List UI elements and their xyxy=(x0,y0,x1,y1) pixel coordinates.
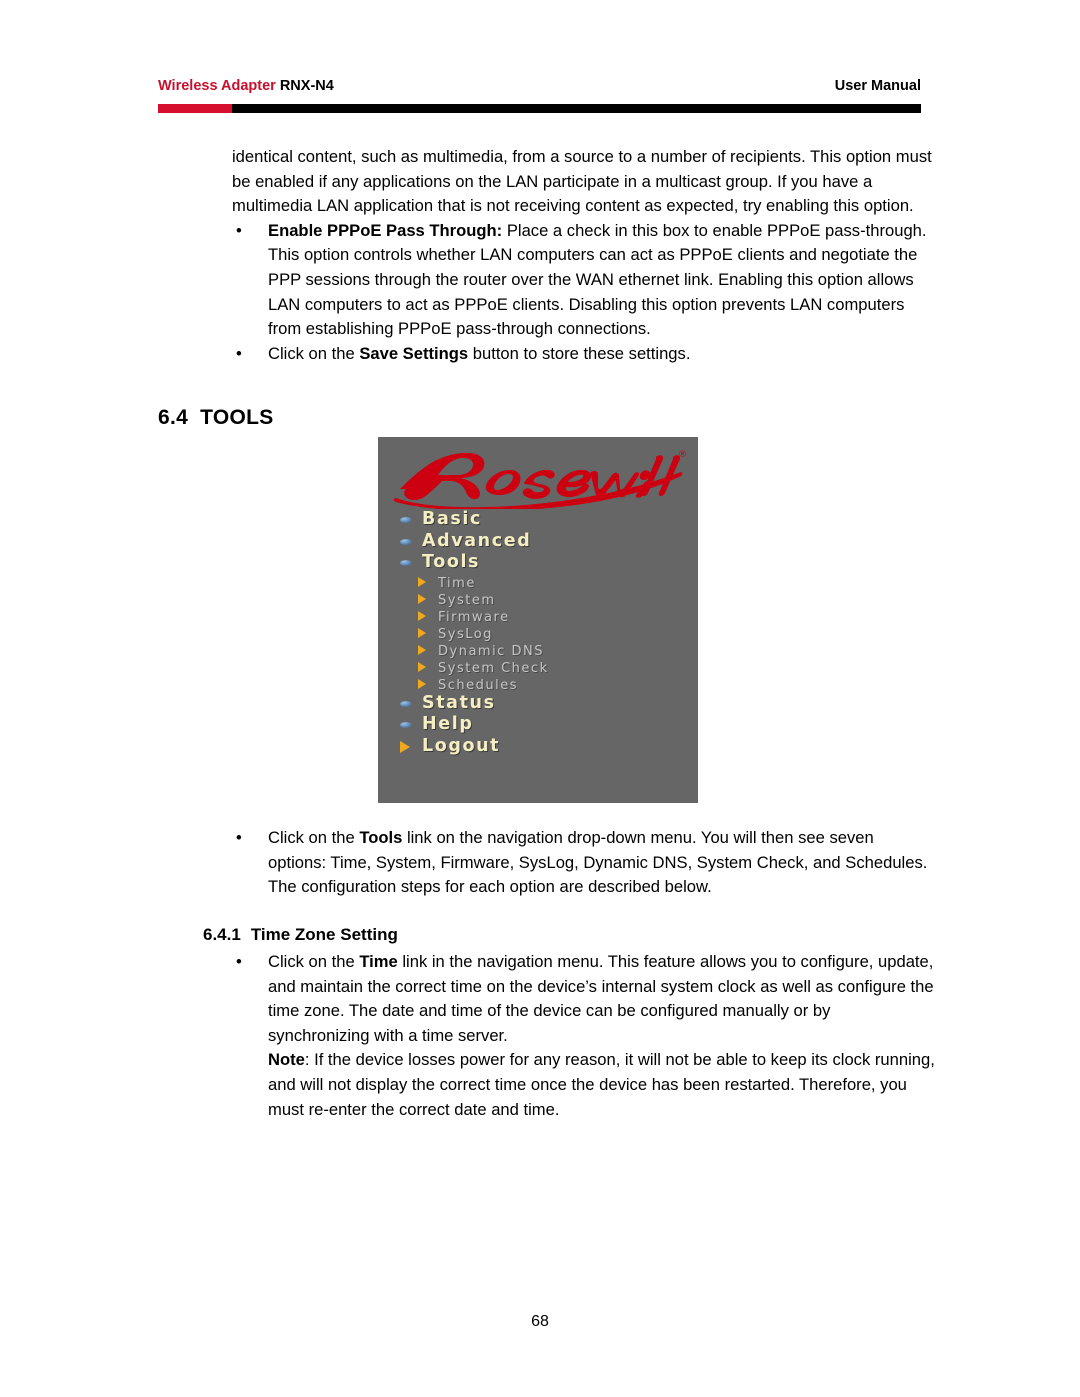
router-nav-list: Basic Advanced Tools Time System Firmwar… xyxy=(386,509,690,757)
bullet-tools-link: • Click on the Tools link on the navigati… xyxy=(232,826,936,900)
arrow-right-icon xyxy=(418,576,426,587)
nav-item-status[interactable]: Status xyxy=(386,693,690,715)
arrow-right-icon xyxy=(400,740,410,753)
nav-subitem-label: SysLog xyxy=(438,626,493,642)
note-text: : If the device losses power for any rea… xyxy=(268,1050,935,1119)
bullet-save-text-before: Click on the xyxy=(268,343,360,363)
bullet-dot-icon xyxy=(400,722,412,728)
nav-subitem-label: System Check xyxy=(438,660,549,676)
bullet-time-bold-lead: Time xyxy=(359,952,398,971)
bullet-marker: • xyxy=(236,828,242,847)
nav-item-logout[interactable]: Logout xyxy=(386,736,690,758)
nav-item-label: Basic xyxy=(422,509,482,529)
bullet-save-bold-lead: Save Settings xyxy=(359,343,469,363)
bullet-dot-icon xyxy=(400,517,412,523)
nav-subitem-label: Schedules xyxy=(438,677,519,693)
logo-trademark-symbol: ® xyxy=(678,450,687,460)
bullet-dot-icon xyxy=(400,560,412,566)
bullet-pppoe-pass-through: • Enable PPPoE Pass Through: Place a chec… xyxy=(232,219,936,342)
nav-subitem-system[interactable]: System xyxy=(386,591,690,608)
bullet-marker: • xyxy=(236,952,242,971)
rosewill-logo: ® xyxy=(386,443,690,509)
bullet-save-text-after: button to store these settings. xyxy=(468,343,691,363)
page-header: Wireless Adapter RNX-N4 User Manual xyxy=(158,78,921,113)
header-rule-red-segment xyxy=(158,104,232,113)
nav-subitem-label: Dynamic DNS xyxy=(438,643,544,659)
nav-subitem-system-check[interactable]: System Check xyxy=(386,659,690,676)
nav-subitem-time[interactable]: Time xyxy=(386,574,690,591)
bullet-pppoe-bold-lead: Enable PPPoE Pass Through: xyxy=(268,220,503,240)
bullet-dot-icon xyxy=(400,538,412,545)
nav-subitem-label: Firmware xyxy=(438,609,510,625)
intro-paragraph: identical content, such as multimedia, f… xyxy=(232,147,932,216)
nav-item-label: Status xyxy=(422,692,496,713)
bullet-time-link: • Click on the Time link in the navigatio… xyxy=(232,950,936,1122)
subsection-heading-6-4-1: 6.4.1 Time Zone Setting xyxy=(203,925,398,945)
header-right-label: User Manual xyxy=(834,78,921,94)
bullet-marker: • xyxy=(236,343,242,363)
nav-item-advanced[interactable]: Advanced xyxy=(386,531,690,553)
nav-item-tools[interactable]: Tools xyxy=(386,552,690,574)
nav-subitem-firmware[interactable]: Firmware xyxy=(386,608,690,625)
nav-subitem-dynamic-dns[interactable]: Dynamic DNS xyxy=(386,642,690,659)
bullet-time-text-before: Click on the xyxy=(268,952,360,971)
section-number: 6.4 xyxy=(158,406,189,429)
bullet-dot-icon xyxy=(400,700,412,707)
nav-item-help[interactable]: Help xyxy=(386,714,690,736)
arrow-right-icon xyxy=(418,610,426,621)
nav-subitem-schedules[interactable]: Schedules xyxy=(386,676,690,693)
nav-item-label: Advanced xyxy=(422,530,532,551)
subsection-title: Time Zone Setting xyxy=(250,925,398,944)
nav-subitem-syslog[interactable]: SysLog xyxy=(386,625,690,642)
subsection-number: 6.4.1 xyxy=(203,925,241,944)
header-rule xyxy=(158,104,921,113)
arrow-right-icon xyxy=(418,627,426,638)
header-brand-model: RNX-N4 xyxy=(279,78,334,94)
body-content: identical content, such as multimedia, f… xyxy=(232,145,936,366)
page-number: 68 xyxy=(531,1313,549,1330)
arrow-right-icon xyxy=(418,644,426,655)
time-zone-content: • Click on the Time link in the navigatio… xyxy=(232,950,936,1122)
section-heading-6-4: 6.4 TOOLS xyxy=(158,406,274,430)
after-image-content: • Click on the Tools link on the navigati… xyxy=(232,826,936,900)
bullet-tools-bold-lead: Tools xyxy=(359,828,403,847)
nav-subitem-label: Time xyxy=(438,575,476,591)
arrow-right-icon xyxy=(418,678,426,689)
nav-subitem-label: System xyxy=(438,592,496,608)
header-brand-red: Wireless Adapter xyxy=(158,78,276,94)
router-navigation-screenshot: ® Basic Advanced Tools Time System Firmw… xyxy=(378,437,698,803)
bullet-marker: • xyxy=(236,220,242,240)
section-title: TOOLS xyxy=(200,406,274,429)
nav-item-label: Help xyxy=(422,714,474,734)
nav-item-label: Tools xyxy=(422,552,481,572)
bullet-save-settings: • Click on the Save Settings button to st… xyxy=(232,342,936,367)
nav-item-label: Logout xyxy=(422,735,501,756)
header-left-title: Wireless Adapter RNX-N4 xyxy=(158,78,334,94)
note-bold-lead: Note xyxy=(268,1050,305,1070)
nav-item-basic[interactable]: Basic xyxy=(386,509,690,531)
arrow-right-icon xyxy=(418,593,426,604)
bullet-tools-text-before: Click on the xyxy=(268,828,360,847)
arrow-right-icon xyxy=(418,661,426,672)
